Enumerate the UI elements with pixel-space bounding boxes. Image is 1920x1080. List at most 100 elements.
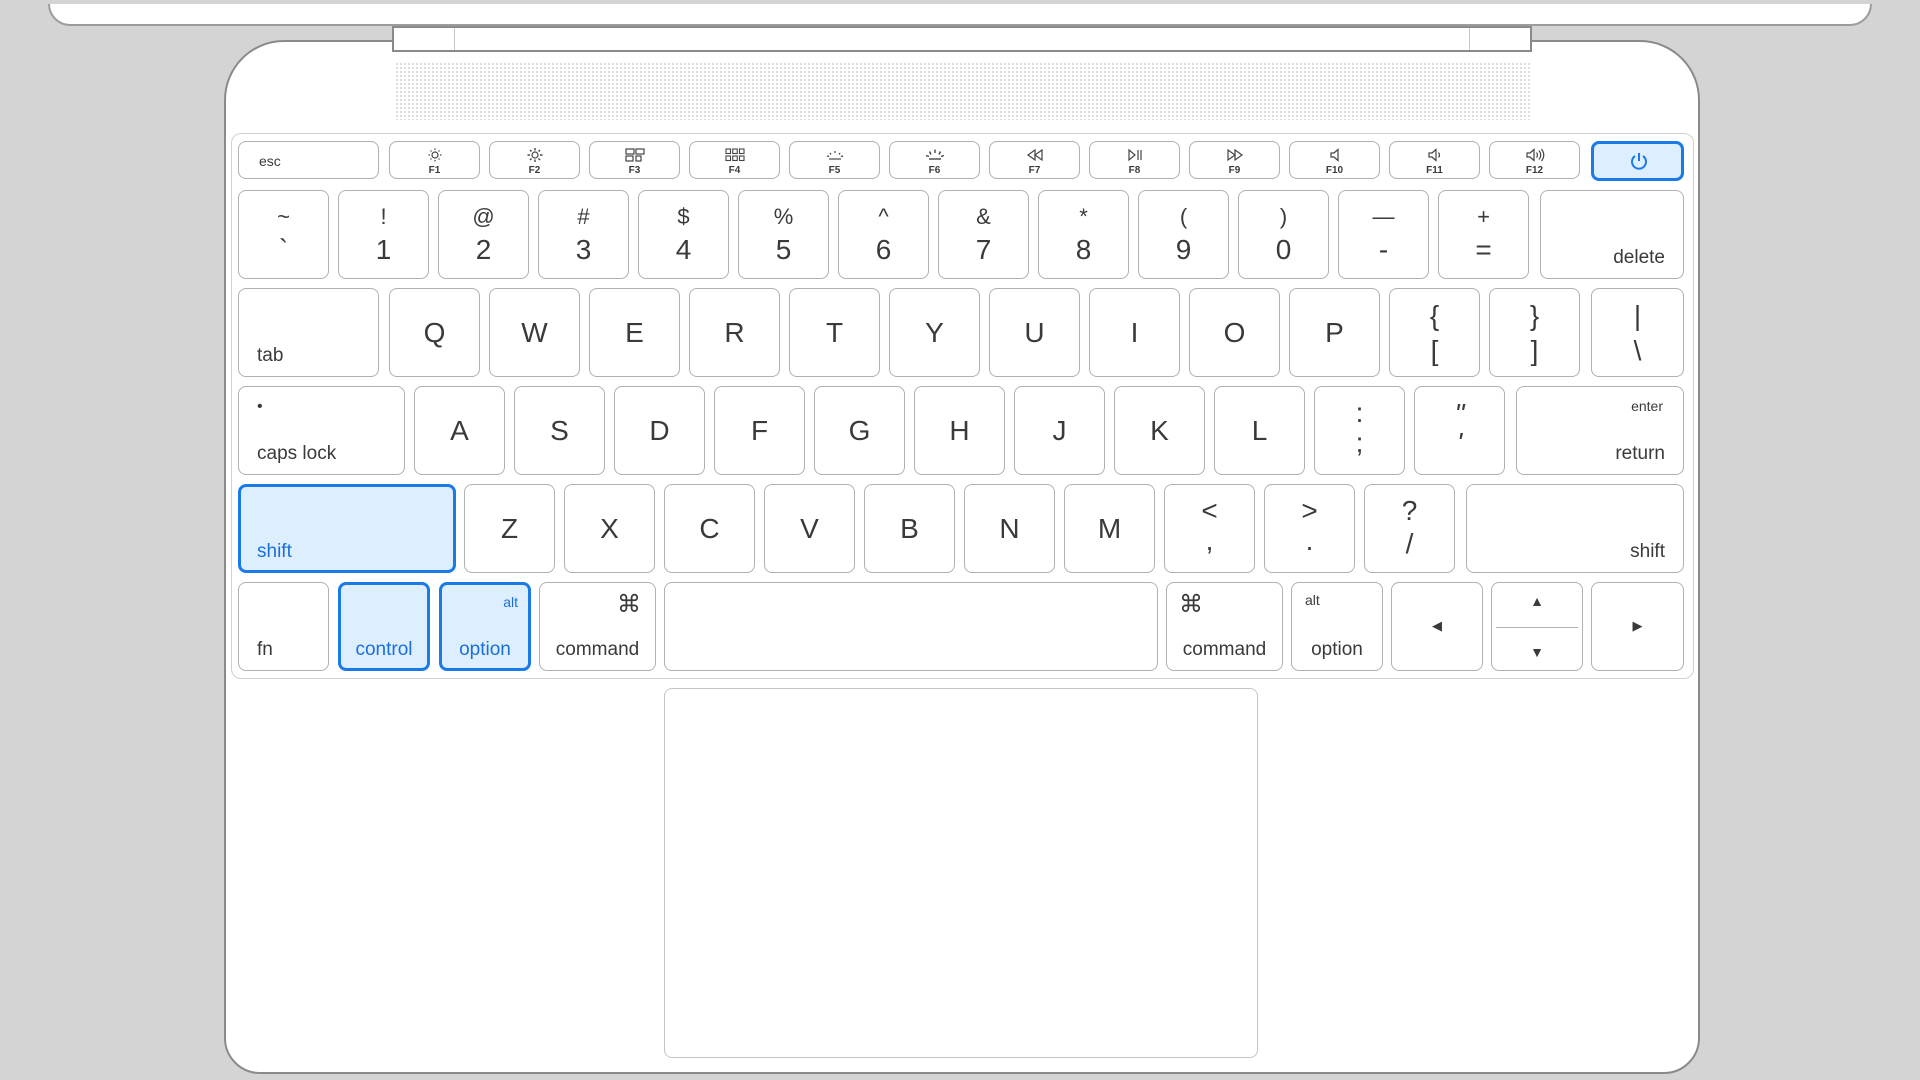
key-period[interactable]: > . [1264, 484, 1355, 573]
key-backslash[interactable]: | \ [1591, 288, 1684, 377]
key-left-control[interactable]: control [338, 582, 430, 671]
key-3[interactable]: # 3 [538, 190, 629, 279]
key-i[interactable]: I [1089, 288, 1180, 377]
key-right-option-label: option [1311, 639, 1363, 660]
key-f1[interactable]: F1 [389, 141, 480, 179]
key-s[interactable]: S [514, 386, 605, 475]
key-1[interactable]: ! 1 [338, 190, 429, 279]
key-right-command[interactable]: ⌘ command [1166, 582, 1283, 671]
key-f7[interactable]: F7 [989, 141, 1080, 179]
arrow-down-icon[interactable]: ▼ [1492, 645, 1582, 659]
key-f3[interactable]: F3 [589, 141, 680, 179]
key-backtick[interactable]: ~ ` [238, 190, 329, 279]
key-l[interactable]: L [1214, 386, 1305, 475]
key-t[interactable]: T [789, 288, 880, 377]
key-f6[interactable]: F6 [889, 141, 980, 179]
key-7-top: & [976, 204, 991, 229]
command-symbol-icon: ⌘ [617, 591, 641, 618]
key-4[interactable]: $ 4 [638, 190, 729, 279]
key-period-top: > [1301, 495, 1318, 526]
key-8-label: 8 [1075, 234, 1092, 265]
key-capslock[interactable]: • caps lock [238, 386, 405, 475]
key-f[interactable]: F [714, 386, 805, 475]
key-6[interactable]: ^ 6 [838, 190, 929, 279]
key-left-shift[interactable]: shift [238, 484, 456, 573]
key-h-label: H [949, 415, 970, 446]
key-g[interactable]: G [814, 386, 905, 475]
key-q[interactable]: Q [389, 288, 480, 377]
key-left-command[interactable]: ⌘ command [539, 582, 656, 671]
key-7[interactable]: & 7 [938, 190, 1029, 279]
key-delete[interactable]: delete [1540, 190, 1684, 279]
key-p[interactable]: P [1289, 288, 1380, 377]
key-3-top: # [577, 204, 590, 229]
key-comma[interactable]: < , [1164, 484, 1255, 573]
arrow-up-icon[interactable]: ▲ [1492, 594, 1582, 608]
key-rbracket[interactable]: } ] [1489, 288, 1580, 377]
key-tab-label: tab [257, 345, 284, 366]
key-v[interactable]: V [764, 484, 855, 573]
key-a[interactable]: A [414, 386, 505, 475]
key-5[interactable]: % 5 [738, 190, 829, 279]
key-fn[interactable]: fn [238, 582, 329, 671]
key-right-shift[interactable]: shift [1466, 484, 1684, 573]
key-y[interactable]: Y [889, 288, 980, 377]
key-d[interactable]: D [614, 386, 705, 475]
key-j[interactable]: J [1014, 386, 1105, 475]
key-fn-label: fn [257, 639, 273, 660]
key-r[interactable]: R [689, 288, 780, 377]
key-b[interactable]: B [864, 484, 955, 573]
key-f4[interactable]: F4 [689, 141, 780, 179]
key-f2[interactable]: F2 [489, 141, 580, 179]
key-c[interactable]: C [664, 484, 755, 573]
key-f2-label: F2 [528, 165, 541, 176]
key-equal[interactable]: + = [1438, 190, 1529, 279]
key-tab[interactable]: tab [238, 288, 379, 377]
key-x[interactable]: X [564, 484, 655, 573]
key-f-label: F [750, 415, 769, 446]
key-f12[interactable]: F12 [1489, 141, 1580, 179]
key-6-label: 6 [875, 234, 892, 265]
key-minus[interactable]: — - [1338, 190, 1429, 279]
key-left-option[interactable]: alt option [439, 582, 531, 671]
key-right-option[interactable]: alt option [1291, 582, 1383, 671]
key-f5[interactable]: F5 [789, 141, 880, 179]
key-return[interactable]: enter return [1516, 386, 1684, 475]
key-arrow-left[interactable]: ◀ [1391, 582, 1483, 671]
trackpad[interactable] [664, 688, 1258, 1058]
key-m[interactable]: M [1064, 484, 1155, 573]
key-f9[interactable]: F9 [1189, 141, 1280, 179]
key-0-label: 0 [1275, 234, 1292, 265]
key-slash[interactable]: ? / [1364, 484, 1455, 573]
key-power[interactable] [1591, 141, 1684, 181]
launchpad-icon [724, 148, 745, 162]
key-k[interactable]: K [1114, 386, 1205, 475]
key-w[interactable]: W [489, 288, 580, 377]
key-9[interactable]: ( 9 [1138, 190, 1229, 279]
key-2[interactable]: @ 2 [438, 190, 529, 279]
key-esc[interactable]: esc [238, 141, 379, 179]
key-backslash-top: | [1633, 300, 1642, 331]
key-arrow-right[interactable]: ▶ [1591, 582, 1684, 671]
key-space[interactable] [664, 582, 1158, 671]
key-lbracket[interactable]: { [ [1389, 288, 1480, 377]
key-0[interactable]: ) 0 [1238, 190, 1329, 279]
key-v-label: V [800, 513, 819, 544]
key-e[interactable]: E [589, 288, 680, 377]
key-f10[interactable]: F10 [1289, 141, 1380, 179]
key-h[interactable]: H [914, 386, 1005, 475]
key-backtick-bottom: ` [278, 234, 289, 265]
key-u[interactable]: U [989, 288, 1080, 377]
key-quote[interactable]: " ' [1414, 386, 1505, 475]
key-z[interactable]: Z [464, 484, 555, 573]
key-o[interactable]: O [1189, 288, 1280, 377]
key-quote-top: " [1454, 398, 1465, 429]
key-f8[interactable]: F8 [1089, 141, 1180, 179]
key-f7-label: F7 [1028, 165, 1041, 176]
key-f11[interactable]: F11 [1389, 141, 1480, 179]
keyboard-light-down-icon [826, 151, 843, 160]
key-semicolon[interactable]: : ; [1314, 386, 1405, 475]
key-8[interactable]: * 8 [1038, 190, 1129, 279]
brightness-up-icon [527, 148, 542, 162]
key-n[interactable]: N [964, 484, 1055, 573]
